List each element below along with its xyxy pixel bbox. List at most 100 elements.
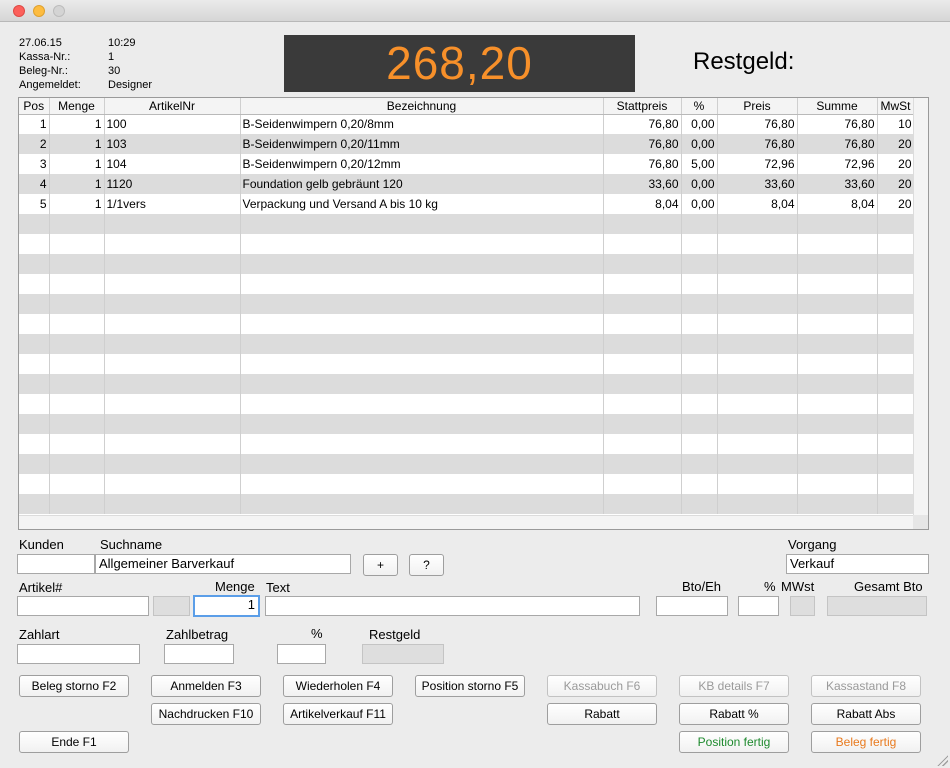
empty-table-row[interactable] xyxy=(19,214,915,234)
empty-table-row[interactable] xyxy=(19,374,915,394)
bto-field[interactable] xyxy=(656,596,728,616)
rabatt-percent-button[interactable]: Rabatt % xyxy=(679,703,789,725)
cell-pos: 4 xyxy=(19,174,50,194)
empty-table-row[interactable] xyxy=(19,314,915,334)
column-header[interactable]: % xyxy=(681,98,718,115)
column-header[interactable]: Preis xyxy=(717,98,798,115)
artikel-field[interactable] xyxy=(17,596,149,616)
column-header[interactable]: Stattpreis xyxy=(603,98,682,115)
zoom-window-icon[interactable] xyxy=(53,5,65,17)
cell-artikelnr: 100 xyxy=(104,114,241,134)
column-header[interactable]: Pos xyxy=(19,98,50,115)
artikel-extra-field xyxy=(153,596,190,616)
minimize-window-icon[interactable] xyxy=(33,5,45,17)
percent-label: % xyxy=(764,579,776,594)
text-label: Text xyxy=(266,580,290,595)
kunden-label: Kunden xyxy=(19,537,64,552)
table-row[interactable]: 2 1 103 B-Seidenwimpern 0,20/11mm 76,80 … xyxy=(19,134,915,154)
cell-bezeichnung: Foundation gelb gebräunt 120 xyxy=(240,174,604,194)
empty-table-row[interactable] xyxy=(19,414,915,434)
items-table[interactable]: Pos Menge ArtikelNr Bezeichnung Stattpre… xyxy=(18,97,929,530)
beleg-fertig-button[interactable]: Beleg fertig xyxy=(811,731,921,753)
empty-table-row[interactable] xyxy=(19,254,915,274)
cell-menge: 1 xyxy=(49,194,105,214)
table-row[interactable]: 1 1 100 B-Seidenwimpern 0,20/8mm 76,80 0… xyxy=(19,114,915,134)
empty-table-row[interactable] xyxy=(19,474,915,494)
rabatt-button[interactable]: Rabatt xyxy=(547,703,657,725)
cell-mwst: 20 xyxy=(877,174,915,194)
position-storno-button[interactable]: Position storno F5 xyxy=(415,675,525,697)
cell-mwst: 20 xyxy=(877,154,915,174)
empty-table-row[interactable] xyxy=(19,274,915,294)
window-titlebar xyxy=(0,0,950,22)
vorgang-field[interactable]: Verkauf xyxy=(786,554,929,574)
cell-preis: 76,80 xyxy=(717,114,798,134)
resize-grip-icon[interactable] xyxy=(936,754,948,766)
anmelden-button[interactable]: Anmelden F3 xyxy=(151,675,261,697)
cell-pos: 2 xyxy=(19,134,50,154)
cell-summe: 76,80 xyxy=(797,134,878,154)
cell-menge: 1 xyxy=(49,134,105,154)
column-header[interactable]: Menge xyxy=(49,98,105,115)
beleg-value: 30 xyxy=(108,65,121,77)
suchname-field[interactable]: Allgemeiner Barverkauf xyxy=(95,554,351,574)
percent-field[interactable] xyxy=(738,596,779,616)
zahlbetrag-field[interactable] xyxy=(164,644,234,664)
artikelverkauf-button[interactable]: Artikelverkauf F11 xyxy=(283,703,393,725)
zahlart-label: Zahlart xyxy=(19,627,60,642)
vertical-scrollbar[interactable] xyxy=(913,98,928,529)
menge-label: Menge xyxy=(215,579,255,594)
table-row[interactable]: 5 1 1/1vers Verpackung und Versand A bis… xyxy=(19,194,915,214)
cell-mwst: 20 xyxy=(877,134,915,154)
column-header[interactable]: Bezeichnung xyxy=(240,98,604,115)
cell-artikelnr: 1120 xyxy=(104,174,241,194)
empty-table-row[interactable] xyxy=(19,434,915,454)
empty-table-row[interactable] xyxy=(19,454,915,474)
table-row[interactable]: 3 1 104 B-Seidenwimpern 0,20/12mm 76,80 … xyxy=(19,154,915,174)
empty-table-row[interactable] xyxy=(19,494,915,514)
cell-percent: 5,00 xyxy=(681,154,718,174)
text-field[interactable] xyxy=(265,596,640,616)
empty-table-row[interactable] xyxy=(19,234,915,254)
add-customer-button[interactable]: + xyxy=(363,554,398,576)
cell-preis: 33,60 xyxy=(717,174,798,194)
cell-summe: 72,96 xyxy=(797,154,878,174)
cell-pos: 5 xyxy=(19,194,50,214)
close-window-icon[interactable] xyxy=(13,5,25,17)
wiederholen-button[interactable]: Wiederholen F4 xyxy=(283,675,393,697)
rabatt-abs-button[interactable]: Rabatt Abs xyxy=(811,703,921,725)
nachdrucken-button[interactable]: Nachdrucken F10 xyxy=(151,703,261,725)
column-header[interactable]: ArtikelNr xyxy=(104,98,241,115)
total-display: 268,20 xyxy=(284,35,635,92)
zahlbetrag-label: Zahlbetrag xyxy=(166,627,229,642)
cell-stattpreis: 76,80 xyxy=(603,134,682,154)
empty-table-row[interactable] xyxy=(19,334,915,354)
bto-label: Bto/Eh xyxy=(682,579,722,594)
cell-preis: 72,96 xyxy=(717,154,798,174)
restgeld-heading: Restgeld: xyxy=(693,48,795,75)
kunden-field[interactable] xyxy=(17,554,95,574)
zahlart-field[interactable] xyxy=(17,644,140,664)
restgeld-label: Restgeld xyxy=(369,627,421,642)
table-row[interactable]: 4 1 1120 Foundation gelb gebräunt 120 33… xyxy=(19,174,915,194)
zahl-percent-field[interactable] xyxy=(277,644,326,664)
column-header[interactable]: MwSt xyxy=(877,98,915,115)
kb-details-button[interactable]: KB details F7 xyxy=(679,675,789,697)
cell-bezeichnung: B-Seidenwimpern 0,20/12mm xyxy=(240,154,604,174)
empty-table-row[interactable] xyxy=(19,294,915,314)
cell-summe: 76,80 xyxy=(797,114,878,134)
empty-table-row[interactable] xyxy=(19,394,915,414)
ende-button[interactable]: Ende F1 xyxy=(19,731,129,753)
kassastand-button[interactable]: Kassastand F8 xyxy=(811,675,921,697)
kassabuch-button[interactable]: Kassabuch F6 xyxy=(547,675,657,697)
menge-field[interactable]: 1 xyxy=(193,595,260,617)
empty-table-row[interactable] xyxy=(19,354,915,374)
beleg-storno-button[interactable]: Beleg storno F2 xyxy=(19,675,129,697)
cell-stattpreis: 33,60 xyxy=(603,174,682,194)
cell-artikelnr: 103 xyxy=(104,134,241,154)
search-customer-button[interactable]: ? xyxy=(409,554,444,576)
horizontal-scrollbar[interactable] xyxy=(19,515,914,529)
column-header[interactable]: Summe xyxy=(797,98,878,115)
position-fertig-button[interactable]: Position fertig xyxy=(679,731,789,753)
cell-menge: 1 xyxy=(49,114,105,134)
